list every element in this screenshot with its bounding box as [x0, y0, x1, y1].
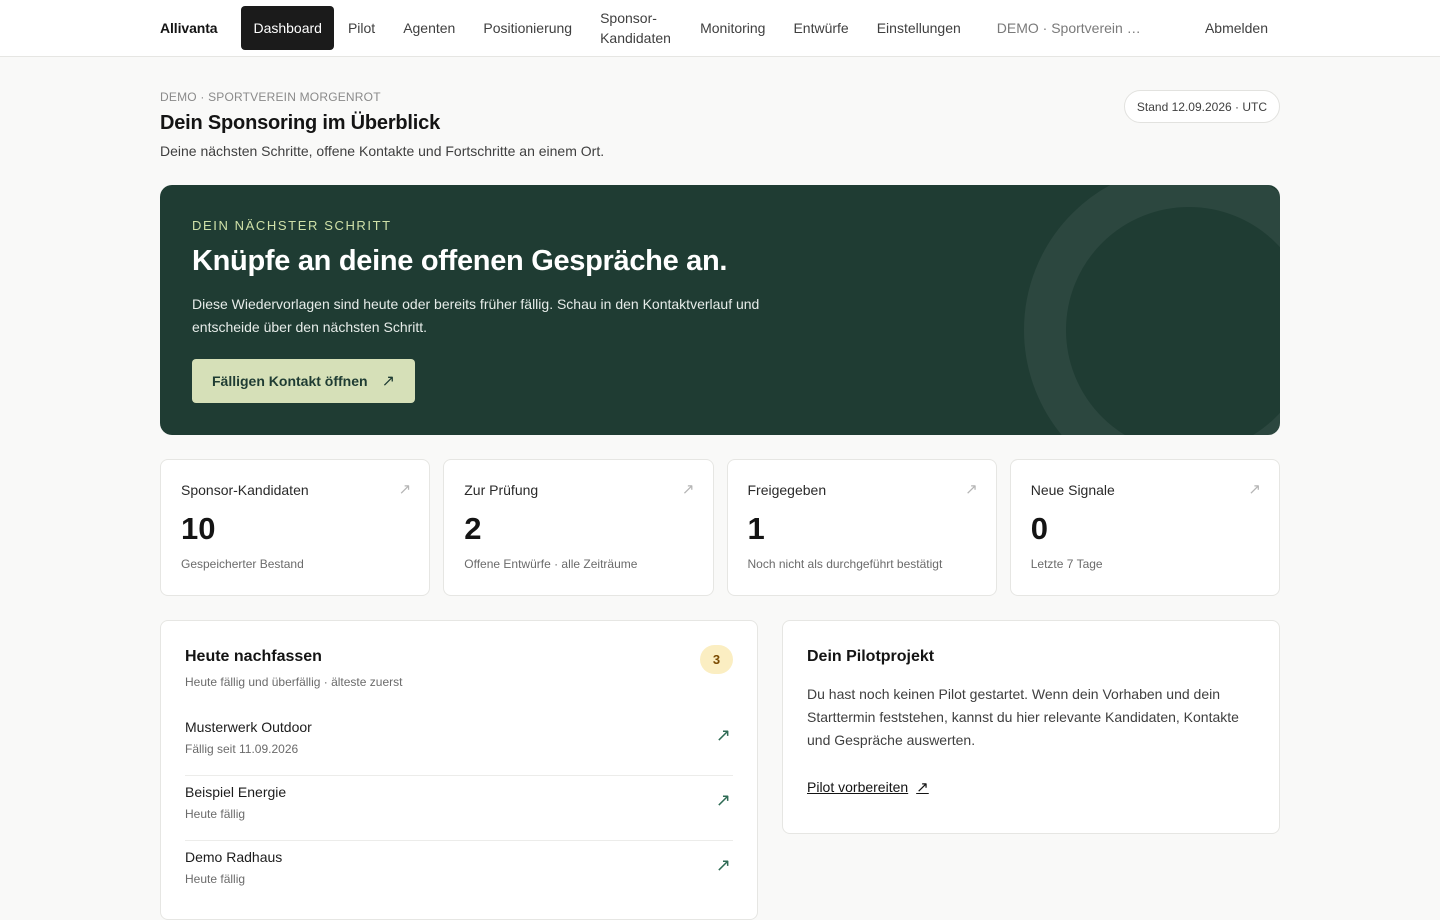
kpi-zur-pruefung[interactable]: Zur Prüfung ↗ 2 Offene Entwürfe · alle Z… [443, 459, 714, 596]
hero-title: Knüpfe an deine offenen Gespräche an. [192, 245, 728, 277]
kpi-label: Freigegeben [747, 482, 827, 498]
arrow-up-right-icon[interactable]: ↗ [716, 855, 731, 876]
pilot-title: Dein Pilotprojekt [807, 648, 935, 665]
pilot-text: Du hast noch keinen Pilot gestartet. Wen… [807, 686, 1239, 748]
arrow-up-right-icon: ↗ [681, 481, 695, 498]
nav-agenten[interactable]: Agenten [389, 18, 469, 38]
arrow-up-right-icon: ↗ [965, 481, 978, 498]
nav-positionierung[interactable]: Positionierung [469, 18, 586, 38]
due-date: Heute fällig [185, 872, 246, 886]
nav-monitoring[interactable]: Monitoring [686, 18, 779, 38]
followup-title: Heute nachfassen [185, 648, 322, 665]
next-step-hero: DEIN NÄCHSTER SCHRITT Knüpfe an deine of… [160, 185, 1280, 435]
arrow-up-right-icon: ↗ [381, 373, 395, 390]
kpi-value: 1 [747, 511, 765, 546]
prepare-pilot-label: Pilot vorbereiten [807, 779, 909, 795]
kpi-note: Noch nicht als durchgeführt bestätigt [747, 557, 943, 571]
kpi-label: Neue Signale [1030, 482, 1115, 498]
kpi-note: Letzte 7 Tage [1030, 557, 1103, 571]
pilot-card: Dein Pilotprojekt Du hast noch keinen Pi… [782, 620, 1280, 834]
kpi-value: 2 [464, 511, 482, 546]
nav-pilot[interactable]: Pilot [334, 18, 389, 38]
arrow-up-right-icon[interactable]: ↗ [716, 790, 731, 811]
page-title: Dein Sponsoring im Überblick [160, 112, 440, 134]
due-date: Fällig seit 11.09.2026 [185, 742, 299, 756]
page-subtitle: Deine nächsten Schritte, offene Kontakte… [160, 143, 605, 159]
kpi-label: Sponsor-Kandidaten [181, 482, 309, 498]
nav-sponsor-kandidaten[interactable]: Sponsor-Kandidaten [586, 8, 686, 48]
kpi-value: 0 [1030, 511, 1048, 546]
arrow-up-right-icon: ↗ [916, 779, 929, 796]
followup-list: Musterwerk Outdoor Fällig seit 11.09.202… [185, 711, 733, 906]
kpi-note: Offene Entwürfe · alle Zeiträume [464, 557, 638, 571]
arrow-up-right-icon: ↗ [398, 481, 412, 498]
list-item[interactable]: Musterwerk Outdoor Fällig seit 11.09.202… [185, 711, 733, 776]
data-timestamp-badge: Stand 12.09.2026 · UTC [1123, 90, 1280, 123]
arrow-up-right-icon[interactable]: ↗ [716, 725, 731, 746]
nav-entwuerfe[interactable]: Entwürfe [779, 18, 862, 38]
top-navigation: Allivanta Dashboard Pilot Agenten Positi… [0, 0, 1440, 57]
organization-switcher[interactable]: DEMO · Sportverein M... [983, 18, 1158, 38]
contact-name: Beispiel Energie [185, 784, 287, 800]
contact-name: Musterwerk Outdoor [185, 719, 312, 735]
arrow-up-right-icon: ↗ [1248, 481, 1261, 498]
page-header: DEMO · SPORTVEREIN MORGENROT Dein Sponso… [160, 90, 1280, 159]
list-item[interactable]: Beispiel Energie Heute fällig ↗ [185, 776, 733, 841]
kpi-row: Sponsor-Kandidaten ↗ 10 Gespeicherter Be… [160, 459, 1280, 596]
followup-card: Heute nachfassen Heute fällig und überfä… [160, 620, 758, 920]
decorative-ring [1024, 185, 1280, 435]
nav-dashboard[interactable]: Dashboard [241, 6, 334, 50]
hero-kicker: DEIN NÄCHSTER SCHRITT [192, 218, 392, 233]
contact-name: Demo Radhaus [185, 849, 283, 865]
organization-eyebrow: DEMO · SPORTVEREIN MORGENROT [160, 90, 381, 104]
kpi-neue-signale[interactable]: Neue Signale ↗ 0 Letzte 7 Tage [1009, 459, 1280, 596]
brand-logo[interactable]: Allivanta [160, 20, 218, 36]
cta-label: Fälligen Kontakt öffnen [212, 373, 368, 389]
logout-button[interactable]: Abmelden [1191, 18, 1280, 38]
kpi-value: 10 [181, 511, 216, 546]
list-item[interactable]: Demo Radhaus Heute fällig ↗ [185, 841, 733, 906]
kpi-label: Zur Prüfung [464, 482, 539, 498]
prepare-pilot-link[interactable]: Pilot vorbereiten ↗ [807, 778, 929, 796]
open-due-contact-button[interactable]: Fälligen Kontakt öffnen ↗ [192, 359, 415, 403]
followup-subtitle: Heute fällig und überfällig · älteste zu… [185, 675, 403, 689]
due-date: Heute fällig [185, 807, 246, 821]
hero-text: Diese Wiedervorlagen sind heute oder ber… [192, 296, 760, 335]
followup-count-badge: 3 [700, 645, 733, 674]
kpi-sponsor-kandidaten[interactable]: Sponsor-Kandidaten ↗ 10 Gespeicherter Be… [160, 459, 431, 596]
kpi-freigegeben[interactable]: Freigegeben ↗ 1 Noch nicht als durchgefü… [726, 459, 997, 596]
kpi-note: Gespeicherter Bestand [181, 557, 304, 571]
nav-einstellungen[interactable]: Einstellungen [863, 18, 975, 38]
